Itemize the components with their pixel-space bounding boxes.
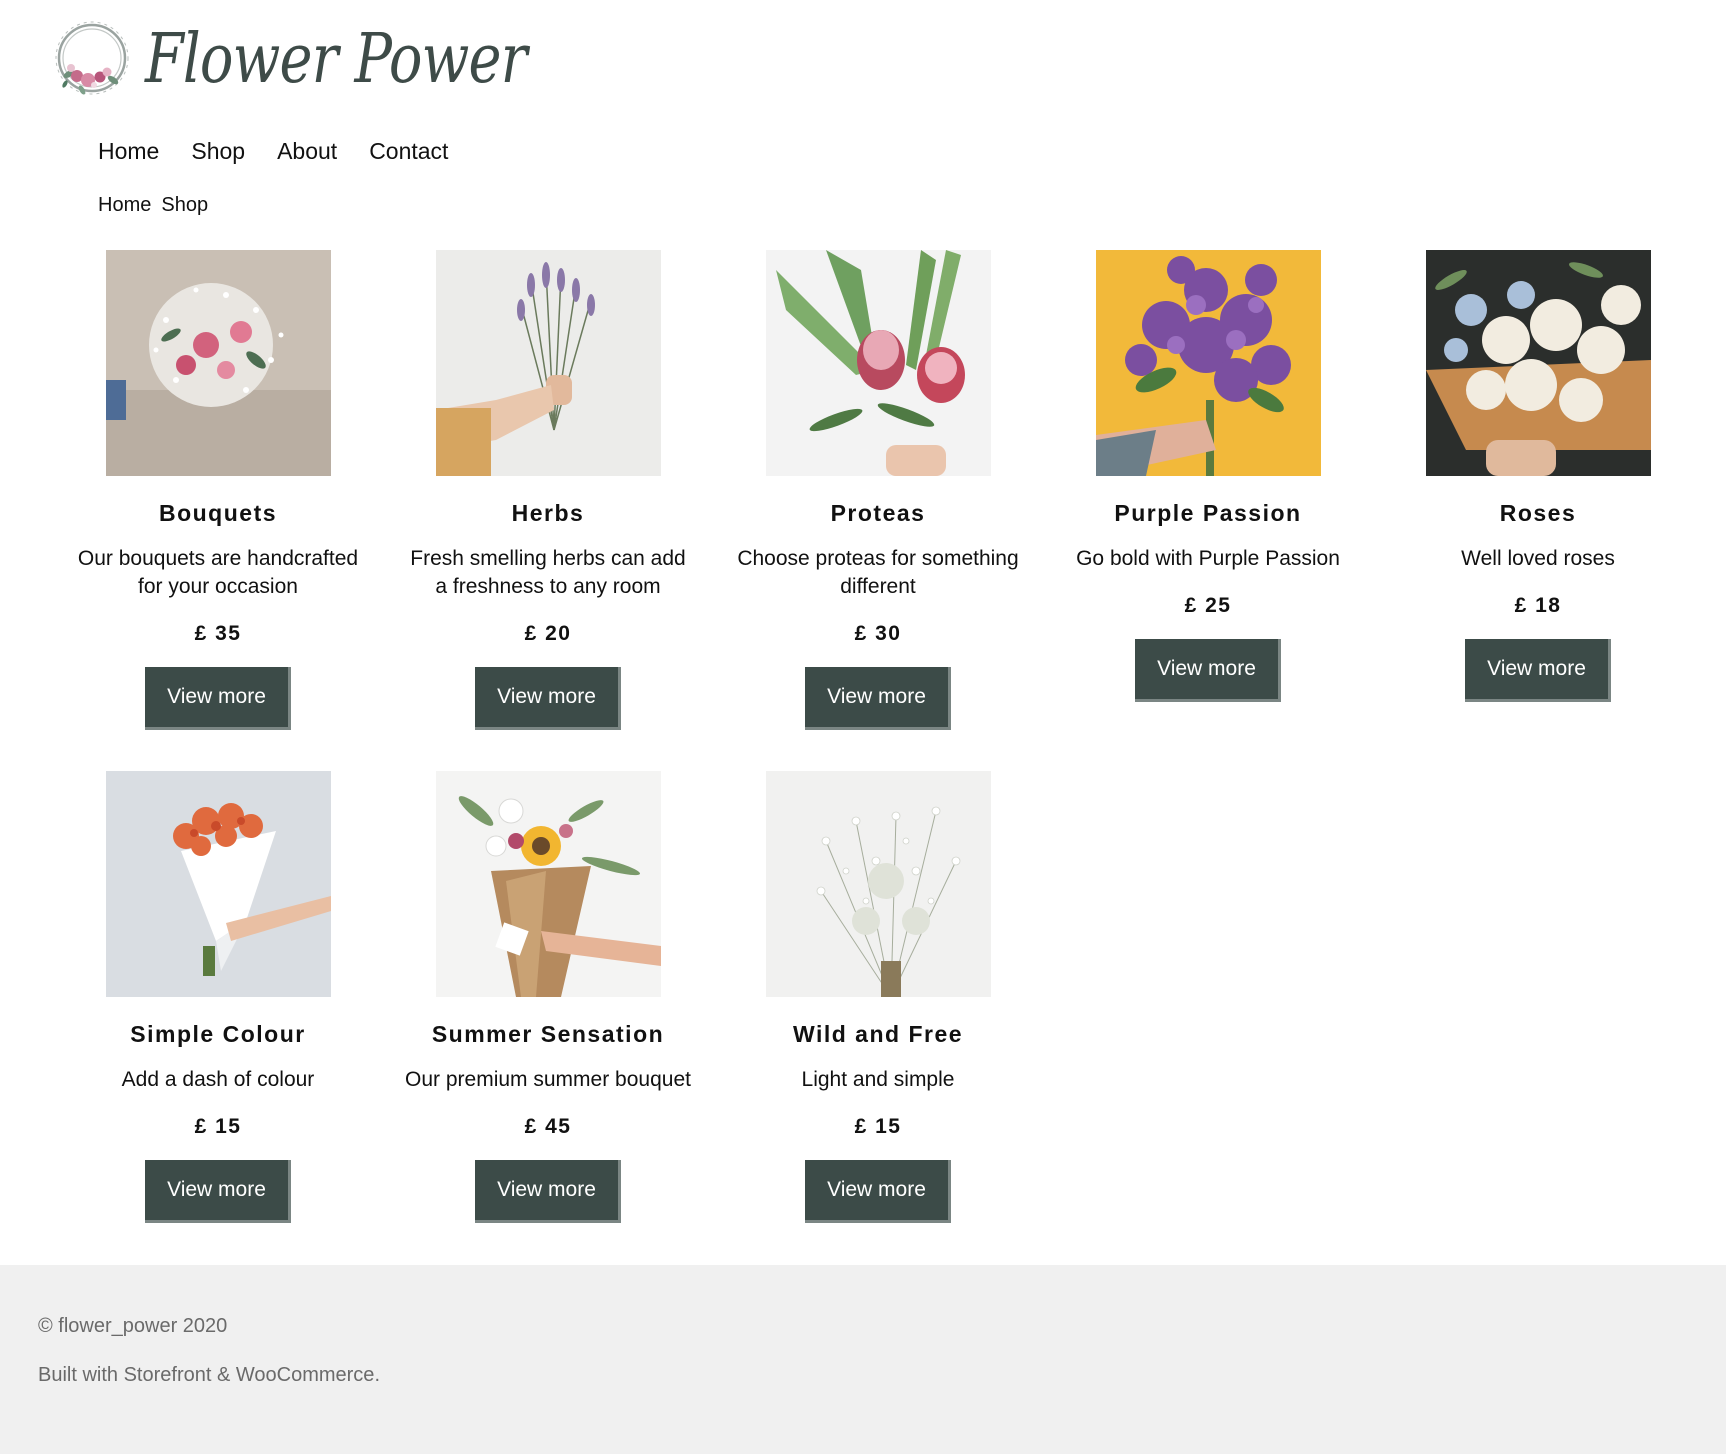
nav-item-about[interactable]: About [277, 138, 337, 165]
nav-item-home[interactable]: Home [98, 138, 159, 165]
storefront-link[interactable]: Storefront [124, 1364, 212, 1386]
lavender-bunch-image[interactable] [435, 250, 661, 476]
product-price: £ 20 [524, 622, 572, 645]
breadcrumb-home[interactable]: Home [98, 194, 151, 217]
product-card: Herbs Fresh smelling herbs can add a fre… [383, 250, 713, 730]
product-title: Bouquets [158, 500, 278, 526]
product-title: Proteas [830, 500, 926, 526]
nav-item-contact[interactable]: Contact [369, 138, 448, 165]
product-card: Bouquets Our bouquets are handcrafted fo… [53, 250, 383, 730]
site-logo[interactable]: Flower Power [47, 14, 610, 106]
logo-text: Flower Power [145, 20, 527, 99]
product-title: Roses [1499, 500, 1577, 526]
product-description: Add a dash of colour [121, 1068, 315, 1091]
product-price: £ 35 [194, 622, 242, 645]
page: Flower Power Home Shop About Contact Hom… [0, 0, 1726, 1454]
product-description: Our premium summer bouquet [405, 1068, 691, 1091]
view-more-button[interactable]: View more [475, 667, 621, 730]
copyright-text: © flower_power 2020 [38, 1315, 228, 1337]
wildflowers-image[interactable] [765, 771, 991, 997]
product-card: Roses Well loved roses £ 18 View more [1373, 250, 1703, 702]
product-description: Go bold with Purple Passion [1076, 547, 1340, 570]
view-more-button[interactable]: View more [145, 1160, 291, 1223]
woocommerce-link[interactable]: WooCommerce [236, 1364, 375, 1386]
product-price: £ 15 [854, 1115, 902, 1138]
built-with-text: Built with Storefront & WooCommerce. [38, 1364, 380, 1387]
product-price: £ 30 [854, 622, 902, 645]
sunflower-bouquet-image[interactable] [435, 771, 661, 997]
pink-rose-bouquet-image[interactable] [105, 250, 331, 476]
breadcrumb: Home Shop [98, 194, 208, 217]
product-title: Herbs [511, 500, 585, 526]
product-price: £ 45 [524, 1115, 572, 1138]
view-more-button[interactable]: View more [805, 1160, 951, 1223]
product-description: Light and simple [801, 1068, 955, 1091]
breadcrumb-current: Shop [161, 194, 209, 216]
product-description: Well loved roses [1461, 547, 1615, 570]
primary-nav: Home Shop About Contact [98, 138, 480, 165]
nav-item-shop[interactable]: Shop [191, 138, 245, 165]
product-description: Choose proteas for something different [737, 547, 1019, 598]
product-title: Summer Sensation [431, 1021, 665, 1047]
built-with-suffix: . [374, 1364, 380, 1386]
breadcrumb-separator [151, 194, 161, 217]
product-title: Purple Passion [1114, 500, 1302, 526]
product-price: £ 25 [1184, 594, 1232, 617]
product-card: Simple Colour Add a dash of colour £ 15 … [53, 771, 383, 1223]
view-more-button[interactable]: View more [805, 667, 951, 730]
orange-flowers-image[interactable] [105, 771, 331, 997]
product-description: Our bouquets are handcrafted for your oc… [77, 547, 359, 598]
white-roses-image[interactable] [1425, 250, 1651, 476]
amp-text: & [211, 1364, 236, 1386]
purple-lilac-image[interactable] [1095, 250, 1321, 476]
view-more-button[interactable]: View more [1465, 639, 1611, 702]
site-footer: © flower_power 2020 Built with Storefron… [0, 1265, 1726, 1454]
flower-wreath-icon [55, 21, 129, 95]
view-more-button[interactable]: View more [475, 1160, 621, 1223]
product-card: Purple Passion Go bold with Purple Passi… [1043, 250, 1373, 702]
built-with-prefix: Built with [38, 1364, 124, 1386]
product-title: Wild and Free [792, 1021, 964, 1047]
product-card: Wild and Free Light and simple £ 15 View… [713, 771, 1043, 1223]
product-price: £ 18 [1514, 594, 1562, 617]
product-card: Summer Sensation Our premium summer bouq… [383, 771, 713, 1223]
view-more-button[interactable]: View more [145, 667, 291, 730]
product-card: Proteas Choose proteas for something dif… [713, 250, 1043, 730]
product-description: Fresh smelling herbs can add a freshness… [410, 547, 686, 598]
protea-bouquet-image[interactable] [765, 250, 991, 476]
product-price: £ 15 [194, 1115, 242, 1138]
product-title: Simple Colour [130, 1021, 306, 1047]
view-more-button[interactable]: View more [1135, 639, 1281, 702]
